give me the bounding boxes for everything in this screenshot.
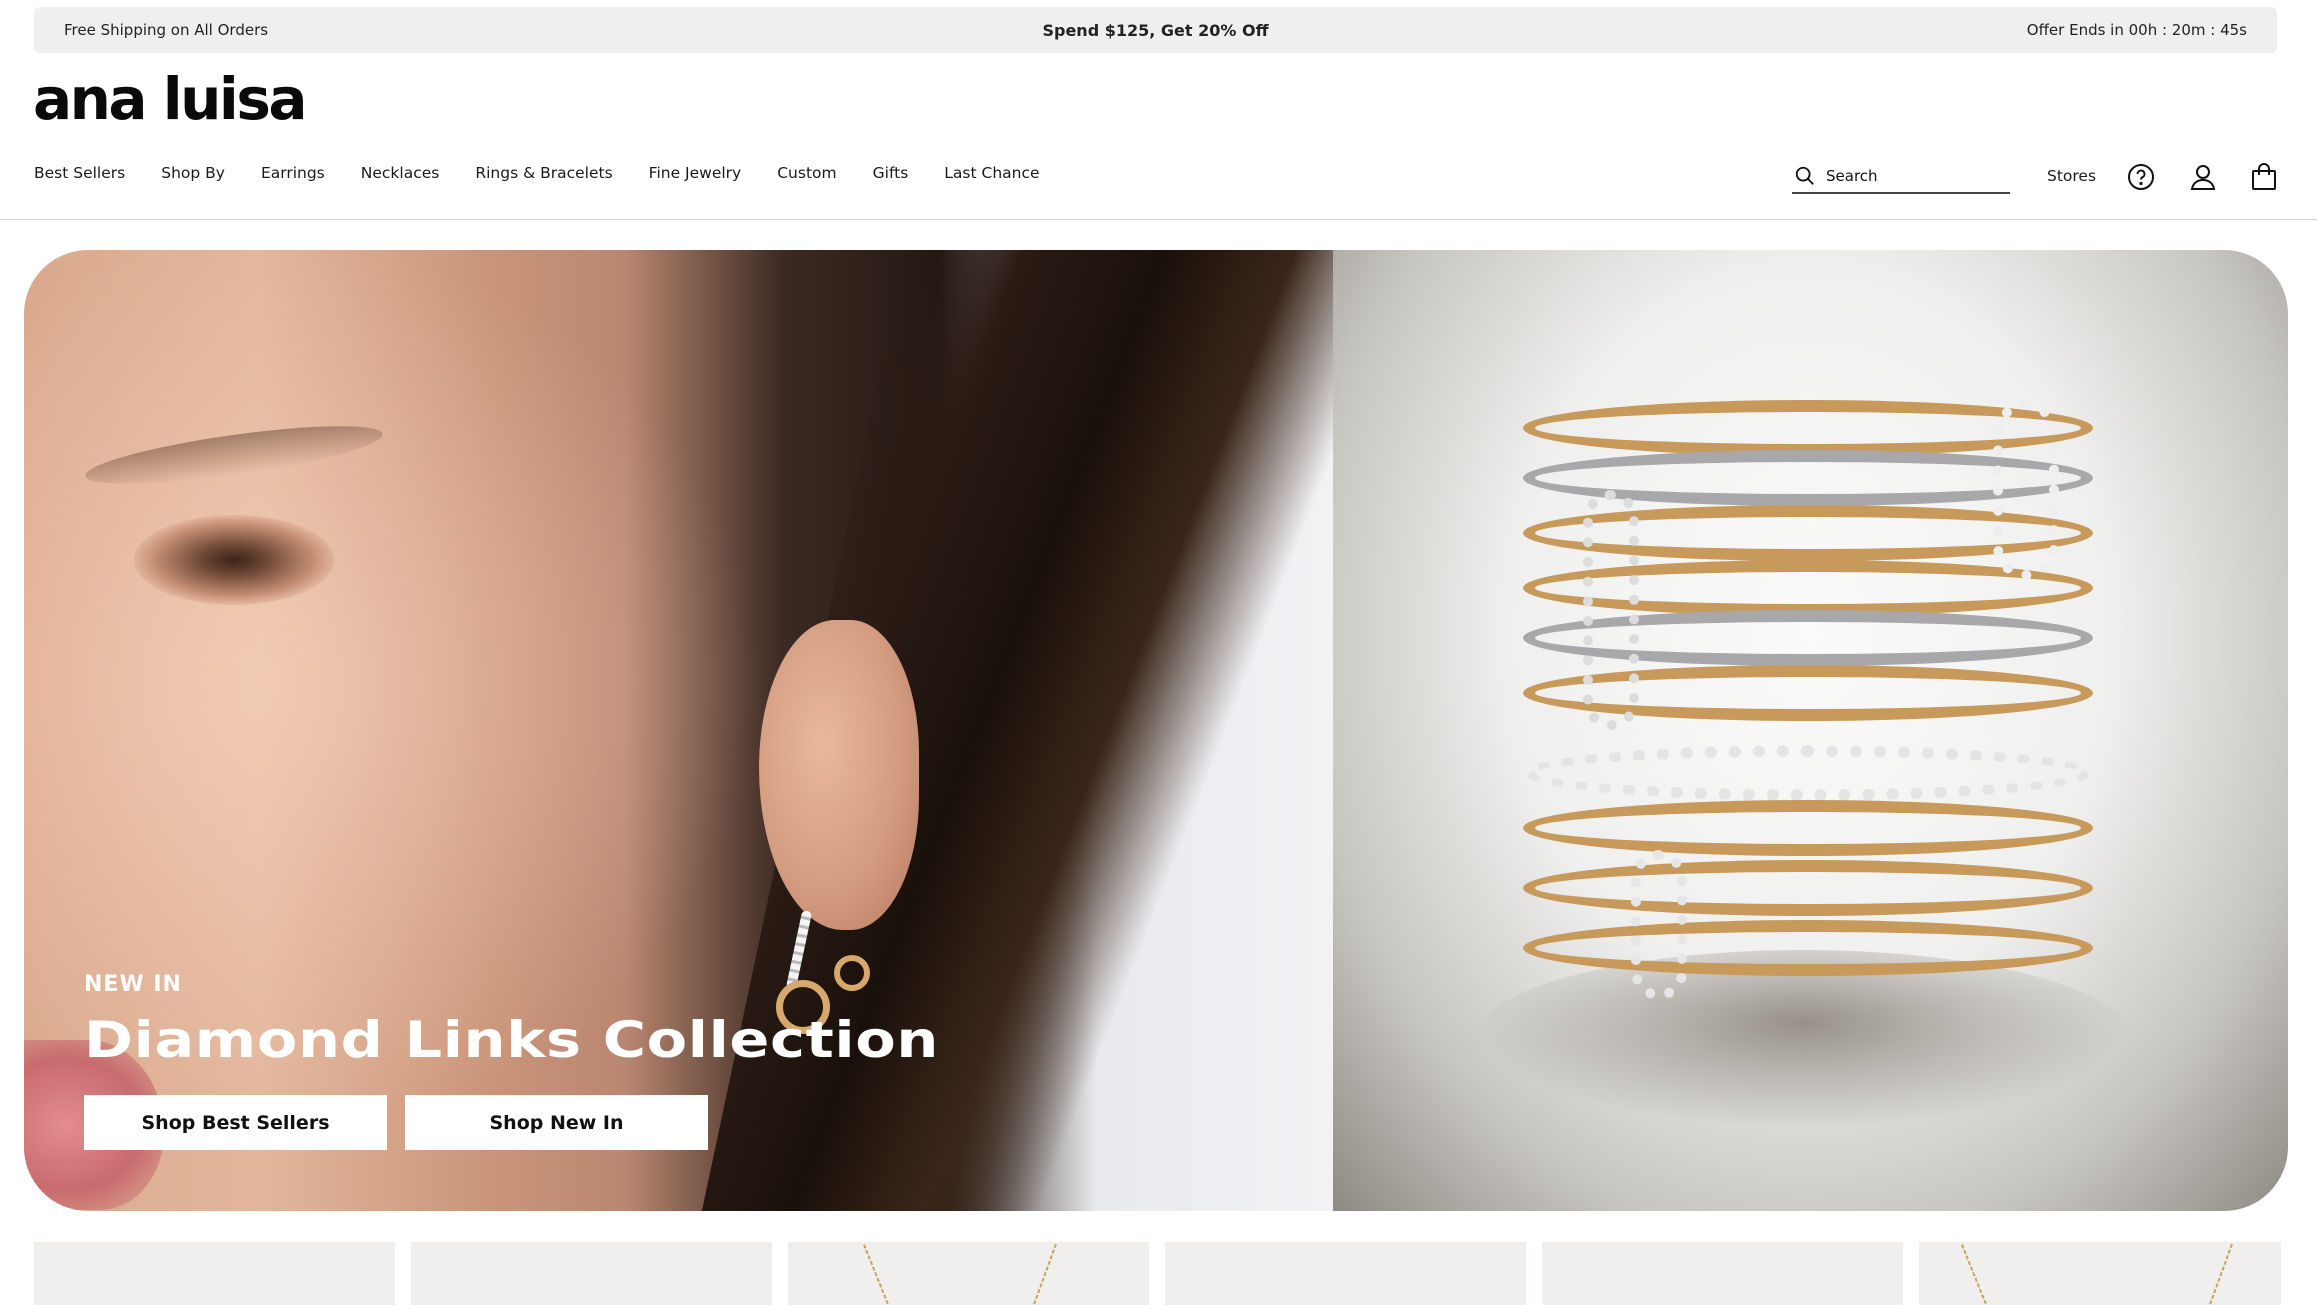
nav-item-shop-by[interactable]: Shop By — [161, 164, 225, 182]
hero-text: NEW IN Diamond Links Collection — [84, 972, 938, 1069]
product-card[interactable] — [411, 1242, 772, 1305]
hero-headline: Diamond Links Collection — [84, 1011, 939, 1069]
announcement-bar: Free Shipping on All Orders Spend $125, … — [34, 7, 2277, 53]
diamond-link — [1631, 850, 1687, 1000]
offer-countdown: Offer Ends in 00h : 20m : 45s — [2026, 21, 2247, 39]
nav-item-custom[interactable]: Custom — [777, 164, 836, 182]
necklace-chain — [1960, 1244, 1990, 1305]
ring-diamond — [1523, 745, 2093, 801]
help-icon[interactable] — [2125, 161, 2157, 193]
promo-message[interactable]: Spend $125, Get 20% Off — [34, 21, 2277, 40]
nav-item-fine-jewelry[interactable]: Fine Jewelry — [649, 164, 742, 182]
nav-item-necklaces[interactable]: Necklaces — [361, 164, 440, 182]
stacked-rings — [1523, 380, 2093, 1000]
product-card[interactable] — [1542, 1242, 1903, 1305]
eye-shape — [134, 515, 334, 605]
product-card[interactable] — [34, 1242, 395, 1305]
bag-icon[interactable] — [2248, 161, 2280, 193]
earring-small-hoop — [834, 955, 870, 991]
shop-best-sellers-button[interactable]: Shop Best Sellers — [84, 1095, 387, 1150]
header-divider — [0, 219, 2317, 220]
nav-item-last-chance[interactable]: Last Chance — [944, 164, 1039, 182]
diamond-link — [1993, 400, 2059, 580]
product-card[interactable] — [788, 1242, 1149, 1305]
account-icon[interactable] — [2187, 161, 2219, 193]
product-strip — [34, 1242, 2281, 1305]
product-card[interactable] — [1919, 1242, 2281, 1305]
nav-item-best-sellers[interactable]: Best Sellers — [34, 164, 125, 182]
necklace-chain — [862, 1244, 892, 1305]
product-card[interactable] — [1165, 1242, 1526, 1305]
necklace-chain — [2207, 1243, 2233, 1305]
main-nav: Best Sellers Shop By Earrings Necklaces … — [34, 164, 1076, 182]
stores-link[interactable]: Stores — [2047, 167, 2096, 185]
hero-model-image: NEW IN Diamond Links Collection Shop Bes… — [24, 250, 1333, 1211]
nav-item-gifts[interactable]: Gifts — [873, 164, 909, 182]
search-box[interactable] — [1792, 160, 2010, 194]
brand-logo[interactable]: ana luisa — [33, 70, 307, 128]
ring-gold — [1523, 920, 2093, 976]
diamond-link — [1583, 490, 1639, 730]
shop-new-in-button[interactable]: Shop New In — [405, 1095, 708, 1150]
nav-item-rings-bracelets[interactable]: Rings & Bracelets — [475, 164, 612, 182]
hero-banner[interactable]: NEW IN Diamond Links Collection Shop Bes… — [24, 250, 2288, 1211]
ring-gold — [1523, 800, 2093, 856]
hero-kicker: NEW IN — [84, 972, 182, 997]
nav-item-earrings[interactable]: Earrings — [261, 164, 325, 182]
hero-cta-row: Shop Best Sellers Shop New In — [84, 1095, 726, 1150]
ring-gold — [1523, 860, 2093, 916]
hero-rings-image — [1333, 250, 2288, 1211]
search-input[interactable] — [1826, 167, 1996, 185]
necklace-chain — [1031, 1243, 1057, 1305]
search-icon[interactable] — [1794, 165, 1816, 187]
